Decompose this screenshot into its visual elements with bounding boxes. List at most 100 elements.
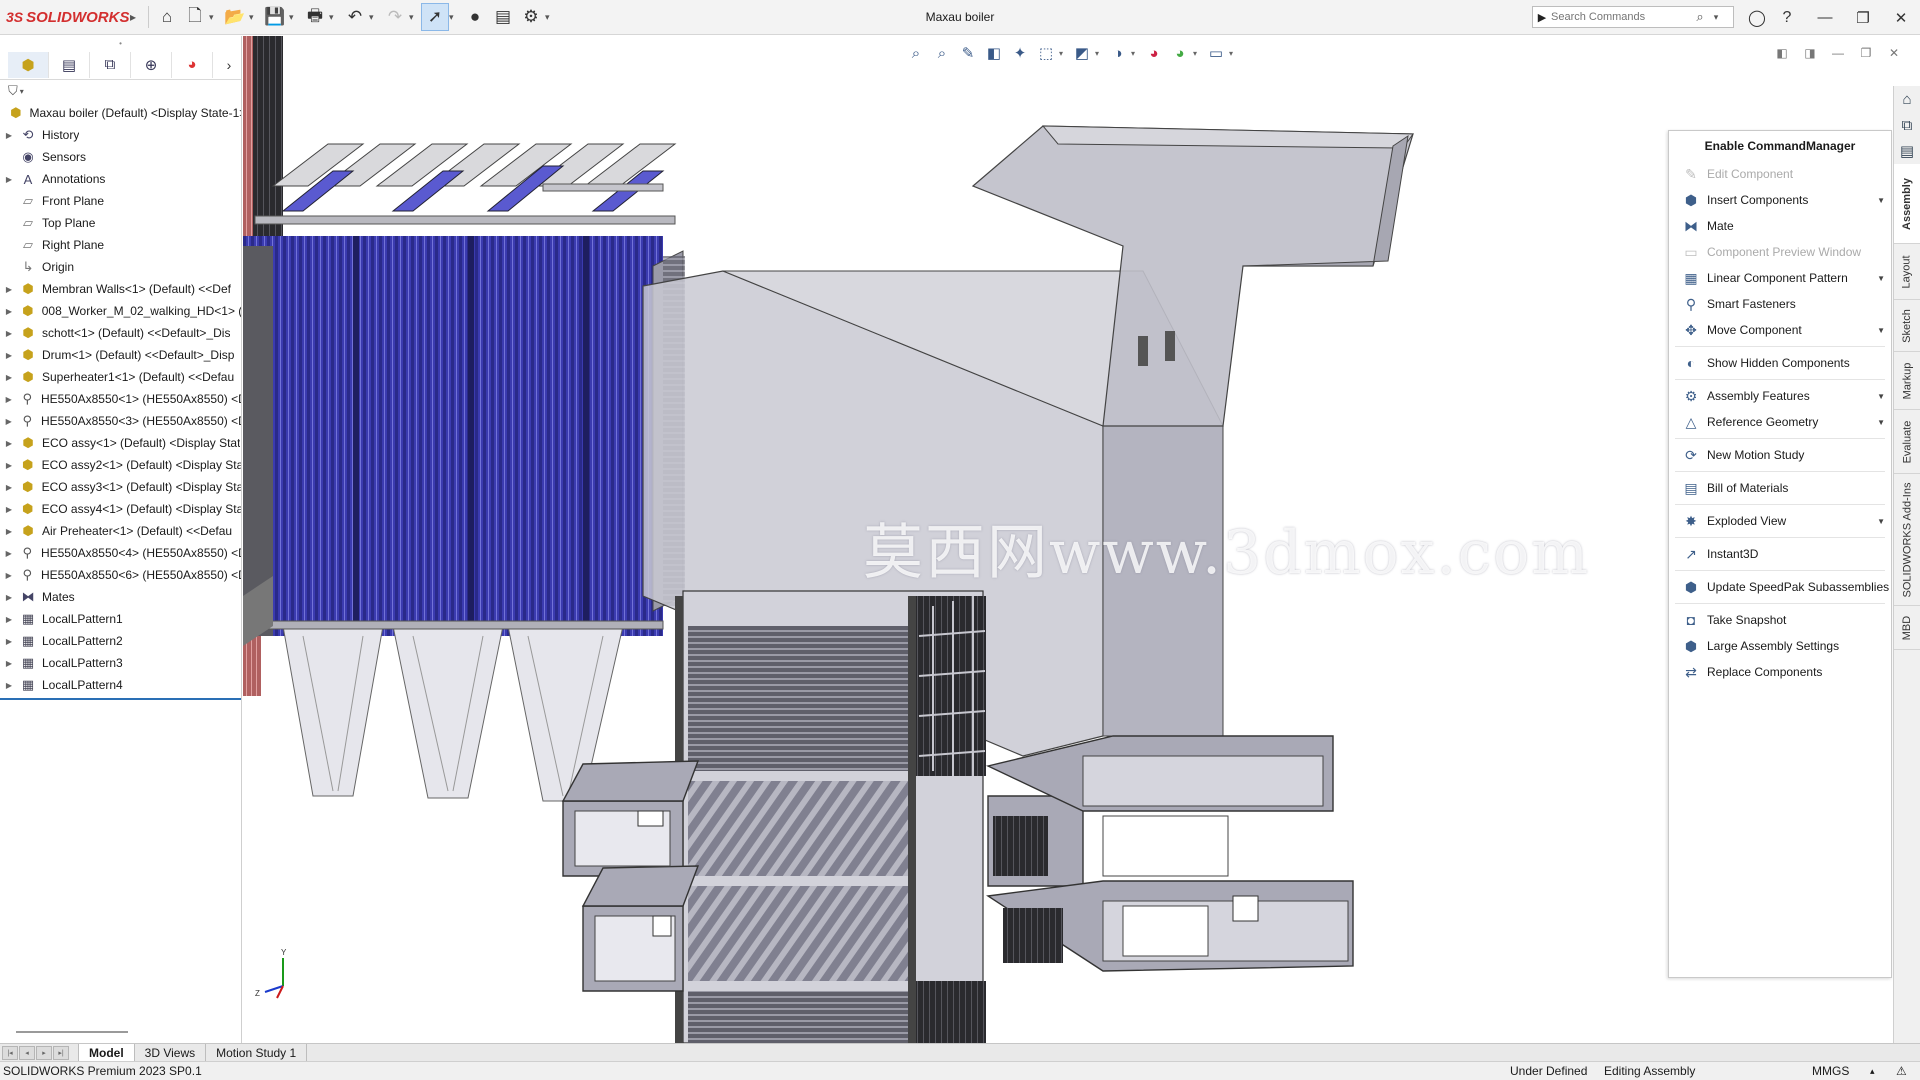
close-icon[interactable]: ✕ [1882, 0, 1920, 35]
expand-arrow-icon[interactable]: ▶ [0, 307, 18, 316]
tree-filter[interactable]: ⛉ ▾ [0, 80, 241, 102]
first-tab-icon[interactable]: |◂ [2, 1045, 18, 1060]
tree-item[interactable]: ▶ ⬢ Superheater1<1> (Default) <<Defau [0, 366, 241, 388]
expand-arrow-icon[interactable]: ▶ [0, 527, 18, 536]
tab-mbd[interactable]: MBD [1894, 606, 1920, 650]
dynamic-annotation-icon[interactable]: ✦ [1007, 40, 1033, 66]
display-manager-tab-icon[interactable]: ◕ [172, 51, 213, 78]
new-document-icon[interactable]: 🗋 [181, 3, 209, 31]
view-settings-dropdown-icon[interactable]: ▾ [1229, 49, 1239, 58]
user-account-icon[interactable]: ◯ [1742, 0, 1772, 35]
options-gear-icon[interactable]: ⚙ [517, 3, 545, 31]
tree-item[interactable]: ▶ ⚲ HE550Ax8550<4> (HE550Ax8550) <D [0, 542, 241, 564]
last-tab-icon[interactable]: ▸| [53, 1045, 69, 1060]
restore-icon[interactable]: ❐ [1844, 0, 1882, 35]
hide-show-dropdown-icon[interactable]: ▾ [1131, 49, 1141, 58]
redo-icon[interactable]: ↷ [381, 3, 409, 31]
tree-item[interactable]: ▶ ▦ LocalLPattern1 [0, 608, 241, 630]
tree-item[interactable]: ◉ Sensors [0, 146, 241, 168]
tab-motion-study-1[interactable]: Motion Study 1 [206, 1044, 308, 1061]
tree-item[interactable]: ▶ A Annotations [0, 168, 241, 190]
command-dropdown-icon[interactable]: ▼ [1877, 196, 1885, 205]
tree-item[interactable]: ▶ ⬢ Air Preheater<1> (Default) <<Defau [0, 520, 241, 542]
tab-3d-views[interactable]: 3D Views [135, 1044, 207, 1061]
select-dropdown-icon[interactable]: ▾ [449, 12, 461, 23]
tree-item[interactable]: ▶ ▦ LocalLPattern4 [0, 674, 241, 696]
next-tab-icon[interactable]: ▸ [36, 1045, 52, 1060]
command-snapshot-button[interactable]: ◘ Take Snapshot [1669, 607, 1891, 633]
previous-view-icon[interactable]: ✎ [955, 40, 981, 66]
tree-item[interactable]: ▱ Right Plane [0, 234, 241, 256]
command-dropdown-icon[interactable]: ▼ [1877, 517, 1885, 526]
tree-item[interactable]: ↳ Origin [0, 256, 241, 278]
search-dropdown-icon[interactable]: ▾ [1709, 12, 1723, 23]
tab-model[interactable]: Model [78, 1044, 135, 1061]
tree-item[interactable]: ▶ ⧓ Mates [0, 586, 241, 608]
display-style-dropdown-icon[interactable]: ▾ [1095, 49, 1105, 58]
home-icon[interactable]: ⌂ [153, 3, 181, 31]
dimxpert-tab-icon[interactable]: ⊕ [131, 51, 172, 78]
undo-dropdown-icon[interactable]: ▾ [369, 12, 381, 23]
tree-item[interactable]: ▶ ▦ LocalLPattern3 [0, 652, 241, 674]
viewport-close-icon[interactable]: ✕ [1880, 42, 1908, 64]
tab-markup[interactable]: Markup [1894, 352, 1920, 410]
expand-arrow-icon[interactable]: ▶ [0, 439, 18, 448]
options-dropdown-icon[interactable]: ▾ [545, 12, 557, 23]
expand-arrow-icon[interactable]: ▶ [0, 505, 18, 514]
scene-dropdown-icon[interactable]: ▾ [1193, 49, 1203, 58]
filter-dropdown-icon[interactable]: ▾ [20, 87, 24, 96]
search-commands-box[interactable]: ▶ ⌕ ▾ [1532, 6, 1734, 28]
print-dropdown-icon[interactable]: ▾ [329, 12, 341, 23]
zoom-to-area-icon[interactable]: ⌕ [929, 40, 955, 66]
unit-system[interactable]: MMGS [1812, 1062, 1849, 1080]
task-pane-home-icon[interactable]: ⌂ [1894, 86, 1920, 112]
tree-item[interactable]: ▶ ⬢ ECO assy2<1> (Default) <Display Sta [0, 454, 241, 476]
tree-item[interactable]: ▶ ⬢ 008_Worker_M_02_walking_HD<1> ( [0, 300, 241, 322]
panel-grip-icon[interactable]: • [0, 36, 241, 50]
expand-arrow-icon[interactable]: ▶ [0, 637, 18, 646]
command-large-assembly-button[interactable]: ⬢ Large Assembly Settings [1669, 633, 1891, 659]
tree-item[interactable]: ▶ ⬢ ECO assy3<1> (Default) <Display Sta [0, 476, 241, 498]
viewport-minimize-icon[interactable]: — [1824, 42, 1852, 64]
tree-item[interactable]: ▶ ⚲ HE550Ax8550<6> (HE550Ax8550) <D [0, 564, 241, 586]
horizontal-scrollbar[interactable] [16, 1031, 128, 1033]
tab-evaluate[interactable]: Evaluate [1894, 410, 1920, 474]
section-view-icon[interactable]: ◧ [981, 40, 1007, 66]
expand-arrow-icon[interactable]: ▶ [0, 417, 18, 426]
expand-arrow-icon[interactable]: ▶ [0, 395, 18, 404]
expand-arrow-icon[interactable]: ▶ [0, 373, 18, 382]
command-bom-button[interactable]: ▤ Bill of Materials [1669, 475, 1891, 501]
save-icon[interactable]: 💾 [261, 3, 289, 31]
command-instant3d-button[interactable]: ↗ Instant3D [1669, 541, 1891, 567]
command-show-hidden-button[interactable]: ◐ Show Hidden Components [1669, 350, 1891, 376]
tab-assembly[interactable]: Assembly [1894, 164, 1920, 244]
file-properties-icon[interactable]: ▤ [489, 3, 517, 31]
more-tabs-chevron-icon[interactable]: › [217, 57, 241, 73]
expand-arrow-icon[interactable]: ▶ [0, 483, 18, 492]
command-replace-components-button[interactable]: ⇄ Replace Components [1669, 659, 1891, 685]
save-dropdown-icon[interactable]: ▾ [289, 12, 301, 23]
command-dropdown-icon[interactable]: ▼ [1877, 418, 1885, 427]
command-reference-geometry-button[interactable]: △ Reference Geometry ▼ [1669, 409, 1891, 435]
command-assembly-features-button[interactable]: ⚙ Assembly Features ▼ [1669, 383, 1891, 409]
display-style-icon[interactable]: ◩ [1069, 40, 1095, 66]
minimize-icon[interactable]: — [1806, 0, 1844, 35]
command-dropdown-icon[interactable]: ▼ [1877, 274, 1885, 283]
filter-funnel-icon[interactable]: ⛉ [8, 83, 18, 99]
unit-dropdown-icon[interactable]: ▴ [1870, 1062, 1875, 1080]
open-dropdown-icon[interactable]: ▾ [249, 12, 261, 23]
tree-item[interactable]: ▶ ⬢ ECO assy<1> (Default) <Display Stat [0, 432, 241, 454]
tab-solidworks-add-ins[interactable]: SOLIDWORKS Add-Ins [1894, 474, 1920, 606]
command-linear-pattern-button[interactable]: ▦ Linear Component Pattern ▼ [1669, 265, 1891, 291]
apply-scene-icon[interactable]: ◕ [1167, 40, 1193, 66]
expand-arrow-icon[interactable]: ▶ [0, 549, 18, 558]
help-icon[interactable]: ? [1772, 0, 1802, 35]
expand-arrow-icon[interactable]: ▶ [0, 593, 18, 602]
command-exploded-view-button[interactable]: ✸ Exploded View ▼ [1669, 508, 1891, 534]
menu-expand-arrow-icon[interactable]: ▸ [130, 10, 144, 24]
viewport-restore-icon[interactable]: ❐ [1852, 42, 1880, 64]
hide-show-items-icon[interactable]: ◑ [1105, 40, 1131, 66]
view-settings-icon[interactable]: ▭ [1203, 40, 1229, 66]
command-motion-study-button[interactable]: ⟳ New Motion Study [1669, 442, 1891, 468]
tree-item[interactable]: ▶ ⚲ HE550Ax8550<3> (HE550Ax8550) <D [0, 410, 241, 432]
